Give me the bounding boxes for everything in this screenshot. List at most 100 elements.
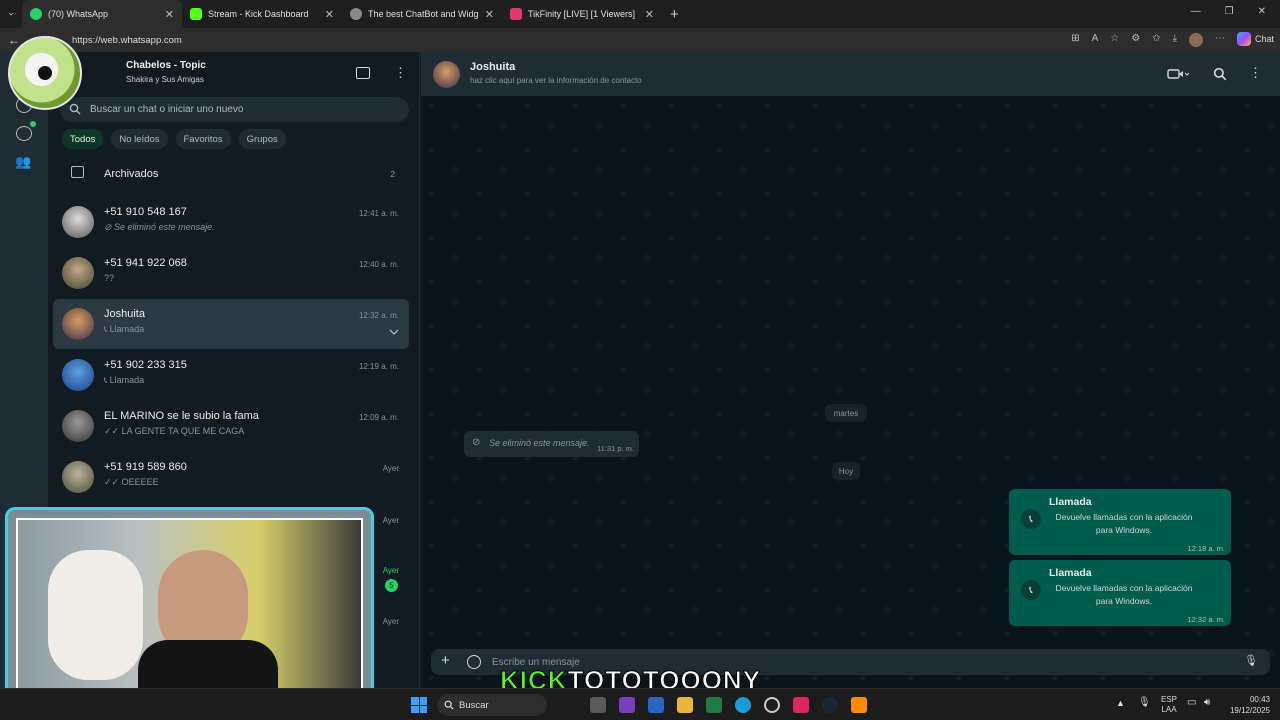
chevron-down-icon[interactable] <box>389 328 399 336</box>
close-tab-icon[interactable]: ✕ <box>165 8 174 21</box>
restore-window-icon[interactable]: ❐ <box>1225 6 1234 17</box>
archived-row[interactable]: Archivados 2 <box>53 149 409 197</box>
filter-favoritos[interactable]: Favoritos <box>175 129 231 149</box>
search-input[interactable]: Buscar un chat o iniciar uno nuevo <box>60 97 409 122</box>
contact-avatar[interactable] <box>433 61 460 88</box>
chat-menu-kebab-icon[interactable]: ⋮ <box>1249 65 1262 81</box>
volume-icon[interactable]: 🔊︎ <box>1204 697 1210 708</box>
conversation-header[interactable]: Joshuita haz clic aquí para ver la infor… <box>421 52 1280 96</box>
app-icon[interactable] <box>851 697 867 713</box>
emoji-icon[interactable] <box>467 655 481 669</box>
chat-time: 12:19 a. m. <box>358 362 399 371</box>
chat-preview: ✓✓ OEEEEE <box>104 477 159 488</box>
search-icon[interactable] <box>1213 67 1227 81</box>
deleted-message-text: Se eliminó este mensaje. <box>489 438 590 448</box>
excel-icon[interactable] <box>706 697 722 713</box>
microphone-tray-icon[interactable]: 🎙︎ <box>1138 697 1151 708</box>
video-call-icon[interactable] <box>1167 68 1189 80</box>
filter-chips: Todos No leídos Favoritos Grupos <box>62 129 286 149</box>
call-body: Devuelve llamadas con la aplicación para… <box>1055 583 1193 606</box>
tab-chatbot[interactable]: The best ChatBot and Widgets for ✕ <box>342 0 502 28</box>
favorite-star-icon[interactable]: ☆ <box>1110 33 1119 47</box>
day-separator: martes <box>825 404 867 422</box>
vinyl-center <box>38 66 52 80</box>
tab-title: The best ChatBot and Widgets for <box>368 9 479 19</box>
missed-call-icon: 📞︎ <box>1021 509 1041 529</box>
menu-kebab-icon[interactable]: ⋮ <box>394 65 407 81</box>
music-widget-album-art <box>8 36 82 110</box>
taskbar-search[interactable]: Buscar <box>437 694 547 716</box>
call-bubble[interactable]: 📞︎ Llamada Devuelve llamadas con la apli… <box>1009 560 1231 626</box>
music-widget-subtitle: Shakira y Sus Amigas <box>126 75 204 84</box>
tray-overflow-chevron-icon[interactable]: ▲ <box>1116 698 1125 708</box>
music-widget-title: Chabelos - Topic <box>126 60 206 71</box>
chat-row[interactable]: EL MARINO se le subio la fama ✓✓ LA GENT… <box>53 401 409 451</box>
app-icon[interactable] <box>619 697 635 713</box>
archive-icon <box>71 166 84 178</box>
whatsapp-favicon-icon <box>30 8 42 20</box>
close-window-icon[interactable]: ✕ <box>1258 6 1266 17</box>
chat-preview-text: Se eliminó este mensaje. <box>114 222 215 232</box>
deleted-icon: ⊘ <box>472 437 481 448</box>
browser-tab-bar: (70) WhatsApp ✕ Stream - Kick Dashboard … <box>0 0 1280 28</box>
chat-row[interactable]: +51 919 589 860 ✓✓ OEEEEE Ayer <box>53 452 409 502</box>
filter-no-leidos[interactable]: No leídos <box>111 129 168 149</box>
contact-subtitle: haz clic aquí para ver la información de… <box>470 76 642 85</box>
minimize-window-icon[interactable]: — <box>1191 6 1201 17</box>
chat-row[interactable]: +51 941 922 068 ?? 12:40 a. m. <box>53 248 409 298</box>
tab-whatsapp[interactable]: (70) WhatsApp ✕ <box>22 0 182 28</box>
read-aloud-icon[interactable]: A <box>1092 33 1099 47</box>
channels-badge-dot <box>30 121 36 127</box>
word-icon[interactable] <box>648 697 664 713</box>
new-chat-icon[interactable] <box>356 67 370 79</box>
channels-icon[interactable] <box>16 126 32 141</box>
obs-icon[interactable] <box>764 697 780 713</box>
close-tab-icon[interactable]: ✕ <box>645 8 654 21</box>
chat-preview: 📞︎ Llamada <box>104 324 144 335</box>
close-tab-icon[interactable]: ✕ <box>325 8 334 21</box>
file-explorer-icon[interactable] <box>677 697 693 713</box>
close-tab-icon[interactable]: ✕ <box>485 8 494 21</box>
language-indicator[interactable]: ESP LAA <box>1161 695 1177 715</box>
tiktok-icon[interactable] <box>793 697 809 713</box>
chat-row[interactable]: +51 902 233 315 📞︎ Llamada 12:19 a. m. <box>53 350 409 400</box>
chat-time: 12:09 a. m. <box>358 413 399 422</box>
deleted-message-bubble[interactable]: ⊘ Se eliminó este mensaje. 11:31 p. m. <box>464 431 639 457</box>
chat-name: EL MARINO se le subio la fama <box>104 410 259 422</box>
microphone-icon[interactable]: 🎙︎ <box>1244 654 1258 667</box>
back-icon[interactable]: ← <box>8 33 20 47</box>
tab-kick[interactable]: Stream - Kick Dashboard ✕ <box>182 0 342 28</box>
search-icon <box>444 700 454 710</box>
tab-list-chevron-icon[interactable] <box>0 0 22 28</box>
copilot-chat-button[interactable]: Chat <box>1236 32 1274 46</box>
new-tab-button[interactable]: + <box>662 0 687 28</box>
avatar <box>62 206 94 238</box>
windows-start-icon[interactable] <box>411 697 427 713</box>
tab-tikfinity[interactable]: TikFinity [LIVE] [1 Viewers] ✕ <box>502 0 662 28</box>
clock[interactable]: 00:43 19/12/2025 <box>1224 694 1270 716</box>
avatar <box>62 257 94 289</box>
extensions-icon[interactable]: ⚙ <box>1131 33 1140 47</box>
steam-icon[interactable] <box>822 697 838 713</box>
teddy-bear-image <box>48 550 143 680</box>
communities-icon[interactable]: 👥 <box>15 154 31 170</box>
windows-taskbar: Buscar ▲ 🎙︎ ESP LAA ▭ 🔊︎ 00:43 19/12/202… <box>0 688 1280 720</box>
network-icon[interactable]: ▭ <box>1187 697 1196 708</box>
download-icon[interactable]: ⤓ <box>1173 33 1177 47</box>
chat-row-joshuita[interactable]: Joshuita 📞︎ Llamada 12:32 a. m. <box>53 299 409 349</box>
app-icon[interactable]: ⊞ <box>1071 33 1079 47</box>
filter-todos[interactable]: Todos <box>62 129 104 149</box>
filter-grupos[interactable]: Grupos <box>238 129 286 149</box>
avatar <box>62 359 94 391</box>
edge-icon[interactable] <box>735 697 751 713</box>
double-check-icon: ✓✓ <box>104 426 122 436</box>
chat-time: Ayer <box>382 516 399 525</box>
more-options-icon[interactable]: ⋯ <box>1215 33 1225 47</box>
favorites-icon[interactable]: ✩ <box>1152 33 1160 47</box>
profile-avatar[interactable] <box>1189 33 1203 47</box>
call-bubble[interactable]: 📞︎ Llamada Devuelve llamadas con la apli… <box>1009 489 1231 555</box>
chat-row[interactable]: +51 910 548 167 ⊘ Se eliminó este mensaj… <box>53 197 409 247</box>
attach-plus-icon[interactable]: + <box>441 652 450 669</box>
url-field[interactable]: https://web.whatsapp.com <box>72 35 182 46</box>
task-view-icon[interactable] <box>590 697 606 713</box>
